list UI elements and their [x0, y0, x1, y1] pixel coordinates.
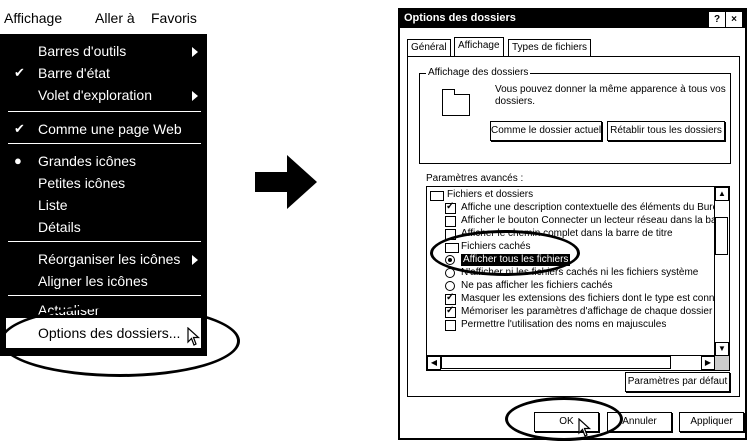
radio-dot-icon: ●	[14, 153, 22, 168]
scroll-thumb[interactable]	[715, 217, 728, 255]
checkbox-checked[interactable]	[445, 305, 456, 318]
submenu-arrow-icon	[192, 91, 198, 101]
dialog-titlebar: Options des dossiers ? ×	[400, 10, 745, 28]
submenu-arrow-icon	[192, 255, 198, 265]
menu-separator	[8, 111, 201, 112]
menu-item-petites-icones[interactable]: Petites icônes	[38, 175, 125, 191]
highlight-ellipse	[0, 305, 240, 377]
submenu-arrow-icon	[192, 47, 198, 57]
scroll-up-icon[interactable]: ▲	[715, 187, 729, 201]
tab-affichage[interactable]: Affichage	[454, 37, 504, 57]
menu-item-grandes-icones[interactable]: Grandes icônes	[38, 153, 136, 169]
radio[interactable]	[445, 281, 455, 291]
scroll-right-icon[interactable]: ▶	[701, 356, 715, 370]
checkbox-checked[interactable]	[445, 201, 456, 214]
close-button[interactable]: ×	[726, 12, 742, 27]
menu-affichage[interactable]: Affichage	[4, 10, 62, 26]
folder-icon	[442, 89, 470, 116]
reset-all-folders-button[interactable]: Rétablir tous les dossiers	[607, 121, 725, 141]
menu-item-comme-page-web[interactable]: Comme une page Web	[38, 121, 182, 137]
tab-types-fichiers[interactable]: Types de fichiers	[508, 39, 592, 57]
scroll-thumb[interactable]	[441, 356, 671, 369]
scroll-down-icon[interactable]: ▼	[715, 342, 729, 356]
mouse-pointer-icon	[578, 418, 592, 437]
menu-item-liste[interactable]: Liste	[38, 197, 68, 213]
menu-aller-a[interactable]: Aller à	[95, 10, 135, 26]
menu-separator	[8, 241, 201, 242]
folder-options-dialog: Options des dossiers ? × Général Afficha…	[398, 8, 747, 440]
highlight-ellipse	[430, 230, 580, 276]
help-button[interactable]: ?	[709, 12, 725, 27]
menu-item-aligner-icones[interactable]: Aligner les icônes	[38, 273, 148, 289]
apply-button[interactable]: Appliquer	[679, 412, 744, 432]
menu-favoris[interactable]: Favoris	[151, 10, 197, 26]
highlight-ellipse	[505, 397, 623, 441]
menu-item-barres-outils[interactable]: Barres d'outils	[38, 43, 126, 59]
advanced-settings-label: Paramètres avancés :	[426, 173, 524, 184]
folder-icon	[430, 191, 444, 201]
restore-defaults-button[interactable]: Paramètres par défaut	[625, 372, 730, 392]
menu-item-details[interactable]: Détails	[38, 219, 81, 235]
check-icon: ✔	[14, 121, 25, 136]
menu-separator	[8, 143, 201, 144]
folder-views-label: Affichage des dossiers	[426, 67, 531, 78]
horizontal-scrollbar[interactable]: ◀ ▶	[427, 355, 715, 370]
checkbox[interactable]	[445, 216, 456, 227]
check-icon: ✔	[14, 65, 25, 80]
menu-separator	[8, 295, 201, 296]
dialog-title: Options des dossiers	[404, 12, 516, 24]
advanced-settings-list[interactable]: Fichiers et dossiers Affiche une descrip…	[426, 186, 730, 371]
tab-general[interactable]: Général	[407, 39, 451, 57]
menu-item-barre-etat[interactable]: Barre d'état	[38, 65, 110, 81]
menu-item-reorganiser-icones[interactable]: Réorganiser les icônes	[38, 251, 180, 267]
scrollbar-corner	[715, 356, 729, 370]
right-arrow-icon	[255, 155, 317, 209]
menu-bar: Affichage Aller à Favoris	[0, 0, 207, 36]
checkbox-checked[interactable]	[445, 292, 456, 305]
vertical-scrollbar[interactable]: ▲ ▼	[714, 187, 729, 356]
checkbox[interactable]	[445, 320, 456, 331]
folder-views-note: Vous pouvez donner la même apparence à t…	[495, 84, 726, 107]
like-current-folder-button[interactable]: Comme le dossier actuel	[490, 121, 602, 141]
scroll-left-icon[interactable]: ◀	[427, 356, 441, 370]
menu-item-volet-exploration[interactable]: Volet d'exploration	[38, 87, 152, 103]
